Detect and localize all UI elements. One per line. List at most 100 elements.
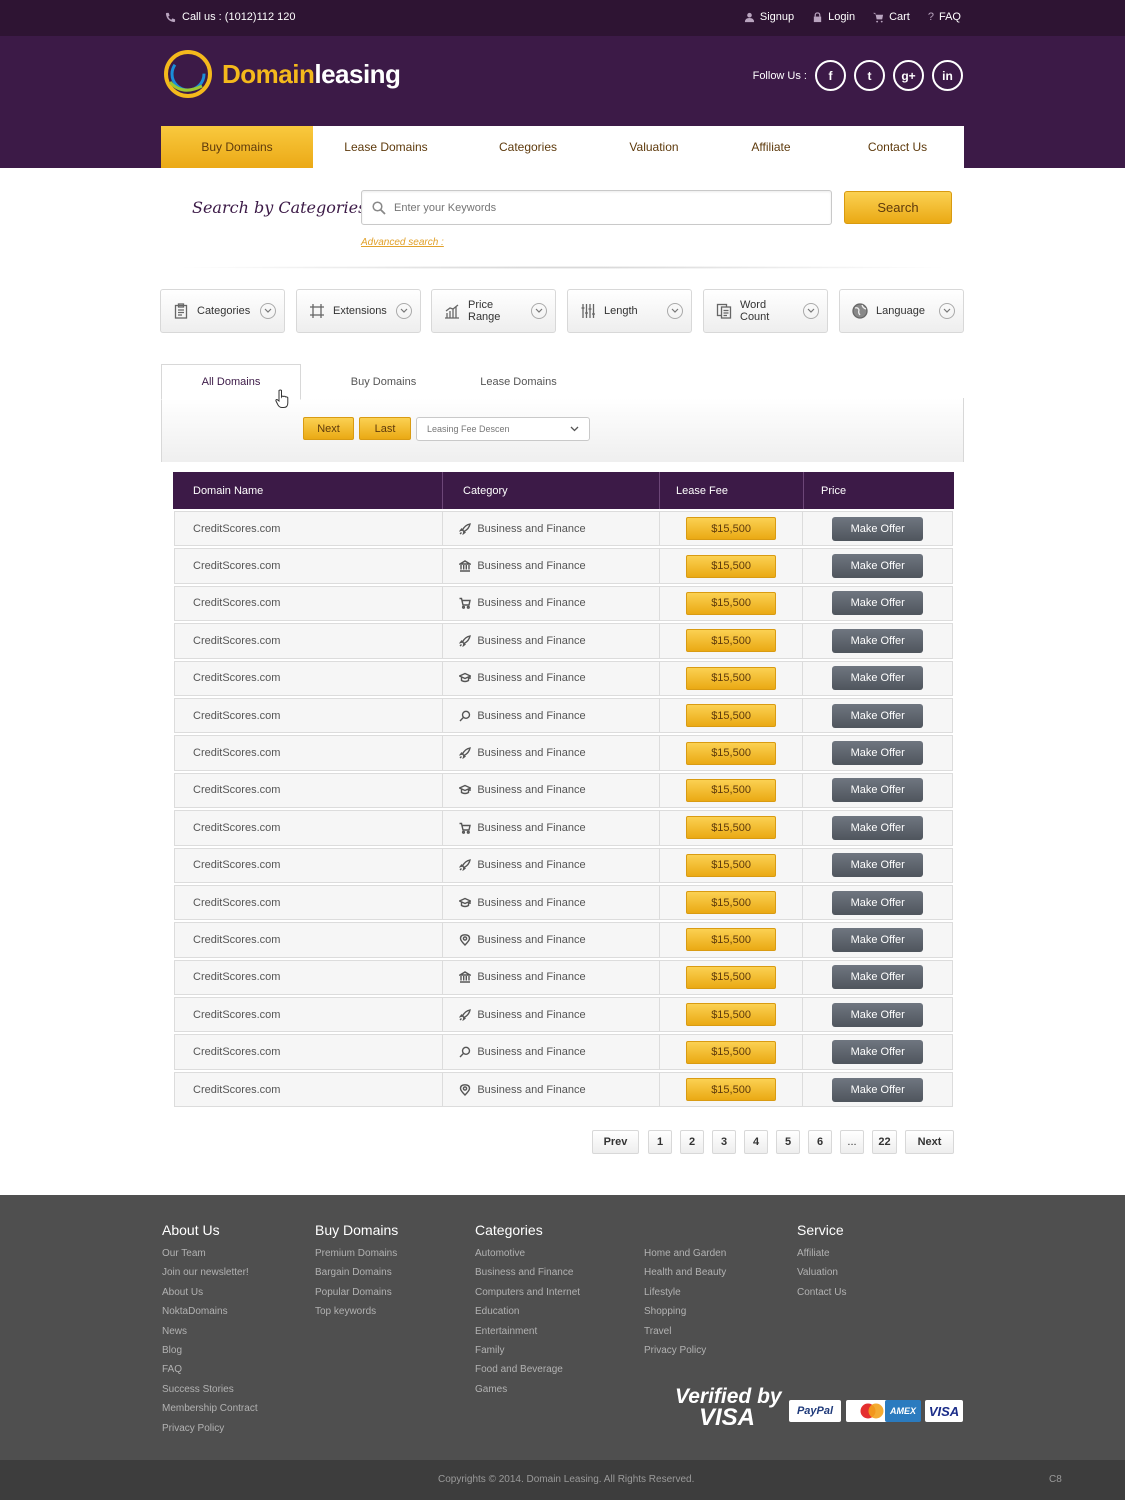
- footer-link[interactable]: Games: [475, 1384, 580, 1403]
- nav-contact-us[interactable]: Contact Us: [831, 126, 964, 168]
- footer-link[interactable]: Food and Beverage: [475, 1364, 580, 1383]
- lease-fee-button[interactable]: $15,500: [686, 517, 777, 541]
- filter-categories[interactable]: Categories: [160, 289, 285, 333]
- filter-language[interactable]: Language: [839, 289, 964, 333]
- footer-link[interactable]: Privacy Policy: [162, 1423, 258, 1442]
- domain-name[interactable]: CreditScores.com: [193, 747, 280, 759]
- nav-categories[interactable]: Categories: [459, 126, 597, 168]
- lease-fee-button[interactable]: $15,500: [686, 1040, 777, 1064]
- footer-link[interactable]: Home and Garden: [644, 1248, 726, 1267]
- make-offer-button[interactable]: Make Offer: [832, 1002, 924, 1027]
- pagination-page-2[interactable]: 2: [680, 1130, 704, 1154]
- lease-fee-button[interactable]: $15,500: [686, 629, 777, 653]
- make-offer-button[interactable]: Make Offer: [832, 815, 924, 840]
- filter-word-count[interactable]: Word Count: [703, 289, 828, 333]
- footer-link[interactable]: About Us: [162, 1287, 258, 1306]
- make-offer-button[interactable]: Make Offer: [832, 591, 924, 616]
- lease-fee-button[interactable]: $15,500: [686, 591, 777, 615]
- footer-link[interactable]: Valuation: [797, 1267, 846, 1286]
- lease-fee-button[interactable]: $15,500: [686, 965, 777, 989]
- lease-fee-button[interactable]: $15,500: [686, 816, 777, 840]
- lease-fee-button[interactable]: $15,500: [686, 1078, 777, 1102]
- make-offer-button[interactable]: Make Offer: [832, 516, 924, 541]
- lease-fee-button[interactable]: $15,500: [686, 704, 777, 728]
- cart-link[interactable]: Cart: [873, 11, 910, 23]
- footer-link[interactable]: Family: [475, 1345, 580, 1364]
- make-offer-button[interactable]: Make Offer: [832, 778, 924, 803]
- domain-name[interactable]: CreditScores.com: [193, 523, 280, 535]
- domain-name-cell[interactable]: CreditScores.com: [175, 512, 444, 546]
- make-offer-button[interactable]: Make Offer: [832, 554, 924, 579]
- footer-link[interactable]: FAQ: [162, 1364, 258, 1383]
- footer-link[interactable]: Entertainment: [475, 1326, 580, 1345]
- domain-name[interactable]: CreditScores.com: [193, 934, 280, 946]
- make-offer-button[interactable]: Make Offer: [832, 1040, 924, 1065]
- footer-link[interactable]: Automotive: [475, 1248, 580, 1267]
- domain-name[interactable]: CreditScores.com: [193, 597, 280, 609]
- domain-name[interactable]: CreditScores.com: [193, 672, 280, 684]
- domain-name-cell[interactable]: CreditScores.com: [175, 549, 444, 583]
- domain-name-cell[interactable]: CreditScores.com: [175, 586, 444, 621]
- filter-extensions[interactable]: Extensions: [296, 289, 421, 333]
- lease-fee-button[interactable]: $15,500: [686, 778, 777, 802]
- footer-link[interactable]: Contact Us: [797, 1287, 846, 1306]
- logo[interactable]: Domainleasing: [162, 48, 401, 100]
- footer-link[interactable]: Shopping: [644, 1306, 726, 1325]
- make-offer-button[interactable]: Make Offer: [832, 1077, 924, 1102]
- domain-name-cell[interactable]: CreditScores.com: [175, 1072, 444, 1107]
- domain-name[interactable]: CreditScores.com: [193, 1009, 280, 1021]
- domain-name[interactable]: CreditScores.com: [193, 897, 280, 909]
- domain-name-cell[interactable]: CreditScores.com: [175, 773, 444, 808]
- filter-length[interactable]: Length: [567, 289, 692, 333]
- footer-link[interactable]: Popular Domains: [315, 1287, 398, 1306]
- search-button[interactable]: Search: [844, 191, 952, 224]
- domain-name[interactable]: CreditScores.com: [193, 560, 280, 572]
- domain-name[interactable]: CreditScores.com: [193, 822, 280, 834]
- next-button[interactable]: Next: [303, 417, 354, 440]
- lease-fee-button[interactable]: $15,500: [686, 1003, 777, 1027]
- domain-name-cell[interactable]: CreditScores.com: [175, 998, 444, 1032]
- footer-link[interactable]: Join our newsletter!: [162, 1267, 258, 1286]
- pagination-page-5[interactable]: 5: [776, 1130, 800, 1154]
- lease-fee-button[interactable]: $15,500: [686, 554, 777, 578]
- make-offer-button[interactable]: Make Offer: [832, 666, 924, 691]
- footer-link[interactable]: Premium Domains: [315, 1248, 398, 1267]
- advanced-search-link[interactable]: Advanced search :: [361, 237, 444, 248]
- footer-link[interactable]: News: [162, 1326, 258, 1345]
- google-plus-icon[interactable]: g+: [893, 60, 924, 91]
- footer-link[interactable]: Lifestyle: [644, 1287, 726, 1306]
- domain-name-cell[interactable]: CreditScores.com: [175, 698, 444, 733]
- last-button[interactable]: Last: [359, 417, 411, 440]
- nav-affiliate[interactable]: Affiliate: [711, 126, 831, 168]
- footer-link[interactable]: Computers and Internet: [475, 1287, 580, 1306]
- domain-name-cell[interactable]: CreditScores.com: [175, 1035, 444, 1069]
- domain-name-cell[interactable]: CreditScores.com: [175, 736, 444, 770]
- make-offer-button[interactable]: Make Offer: [832, 853, 924, 878]
- domain-name-cell[interactable]: CreditScores.com: [175, 923, 444, 957]
- domain-name[interactable]: CreditScores.com: [193, 784, 280, 796]
- nav-lease-domains[interactable]: Lease Domains: [313, 126, 459, 168]
- make-offer-button[interactable]: Make Offer: [832, 741, 924, 766]
- twitter-icon[interactable]: t: [854, 60, 885, 91]
- lease-fee-button[interactable]: $15,500: [686, 853, 777, 877]
- nav-valuation[interactable]: Valuation: [597, 126, 711, 168]
- linkedin-icon[interactable]: in: [932, 60, 963, 91]
- domain-name-cell[interactable]: CreditScores.com: [175, 661, 444, 695]
- domain-name[interactable]: CreditScores.com: [193, 635, 280, 647]
- domain-name-cell[interactable]: CreditScores.com: [175, 885, 444, 920]
- domain-name[interactable]: CreditScores.com: [193, 1046, 280, 1058]
- footer-link[interactable]: Our Team: [162, 1248, 258, 1267]
- lease-fee-button[interactable]: $15,500: [686, 891, 777, 915]
- make-offer-button[interactable]: Make Offer: [832, 628, 924, 653]
- footer-link[interactable]: NoktaDomains: [162, 1306, 258, 1325]
- lease-fee-button[interactable]: $15,500: [686, 741, 777, 765]
- pagination-prev[interactable]: Prev: [592, 1130, 639, 1154]
- tab-buy-domains[interactable]: Buy Domains: [320, 364, 447, 400]
- facebook-icon[interactable]: f: [815, 60, 846, 91]
- pagination-page-22[interactable]: 22: [872, 1130, 897, 1154]
- domain-name-cell[interactable]: CreditScores.com: [175, 811, 444, 845]
- pagination-page-1[interactable]: 1: [648, 1130, 672, 1154]
- faq-link[interactable]: ? FAQ: [928, 11, 961, 23]
- search-input[interactable]: [394, 201, 794, 214]
- domain-name-cell[interactable]: CreditScores.com: [175, 624, 444, 658]
